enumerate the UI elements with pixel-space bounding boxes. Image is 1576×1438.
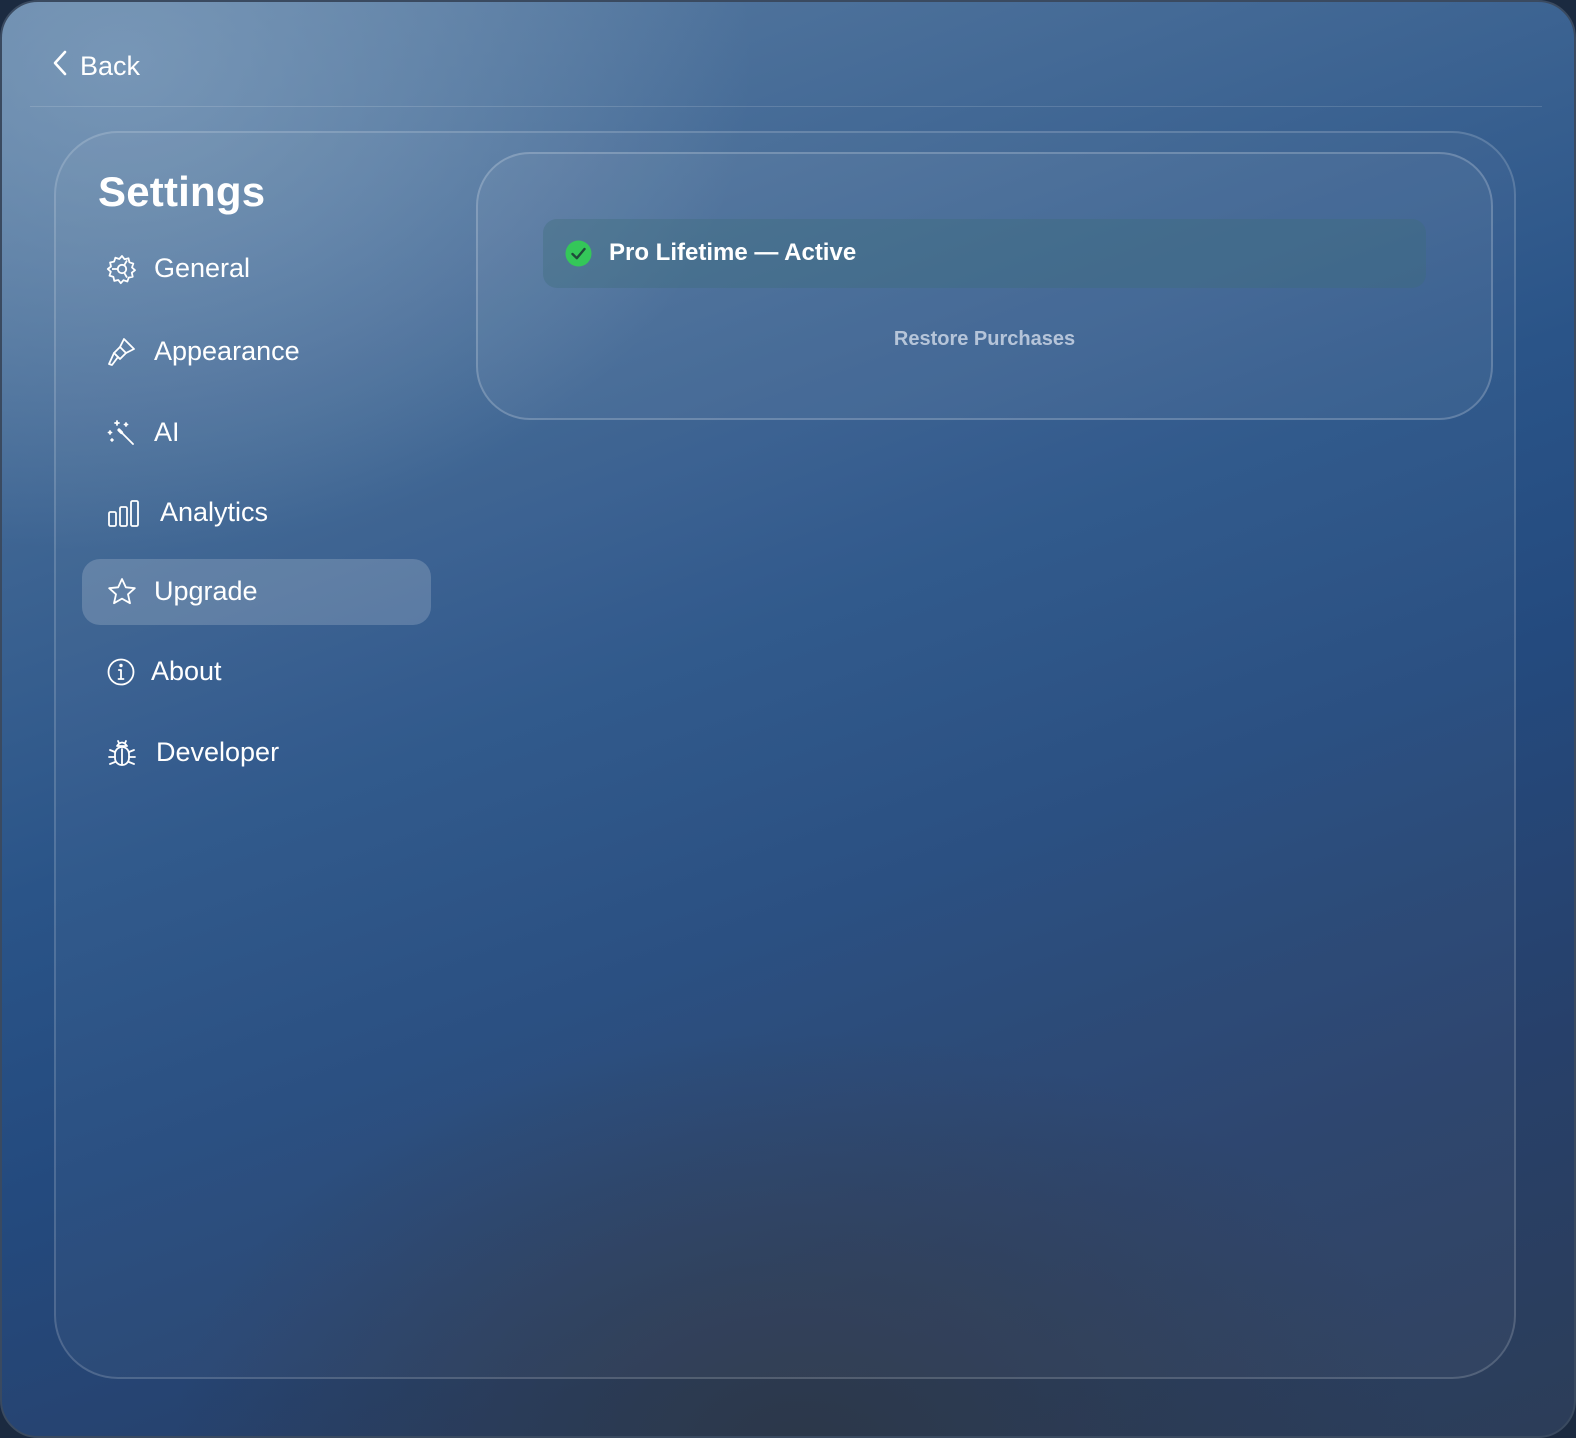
restore-purchases-button[interactable]: Restore Purchases xyxy=(842,328,1127,356)
sidebar-item-analytics[interactable]: Analytics xyxy=(82,480,431,546)
bar-chart-icon xyxy=(106,497,142,529)
back-button[interactable]: Back xyxy=(50,48,140,85)
sidebar-item-upgrade[interactable]: Upgrade xyxy=(82,559,431,625)
back-label: Back xyxy=(80,51,141,81)
sidebar-item-label: Analytics xyxy=(160,497,269,527)
star-icon xyxy=(106,576,138,608)
page-title: Settings xyxy=(98,168,266,215)
settings-window: Back Settings General Appearance AI Anal… xyxy=(0,0,1576,1438)
sidebar-item-ai[interactable]: AI xyxy=(82,400,431,466)
checkmark-circle-icon xyxy=(565,240,592,267)
header-bar: Back xyxy=(30,2,1542,107)
sidebar-item-label: Developer xyxy=(156,737,280,767)
chevron-left-icon xyxy=(50,48,70,85)
sidebar-item-label: General xyxy=(154,253,251,283)
gear-icon xyxy=(106,253,138,285)
sidebar-item-general[interactable]: General xyxy=(82,236,431,302)
sidebar-item-label: Upgrade xyxy=(154,576,258,606)
license-status-row: Pro Lifetime — Active xyxy=(543,219,1426,288)
sidebar-item-appearance[interactable]: Appearance xyxy=(82,319,431,385)
sidebar-item-label: AI xyxy=(154,417,180,447)
info-icon xyxy=(106,656,138,688)
sidebar-item-about[interactable]: About xyxy=(82,639,431,705)
paintbrush-icon xyxy=(106,336,138,368)
sidebar-item-label: Appearance xyxy=(154,336,300,366)
license-status-text: Pro Lifetime — Active xyxy=(609,239,857,266)
sidebar-item-label: About xyxy=(151,656,222,686)
bug-icon xyxy=(106,737,138,769)
magic-wand-icon xyxy=(106,417,138,449)
sidebar-item-developer[interactable]: Developer xyxy=(82,720,431,786)
